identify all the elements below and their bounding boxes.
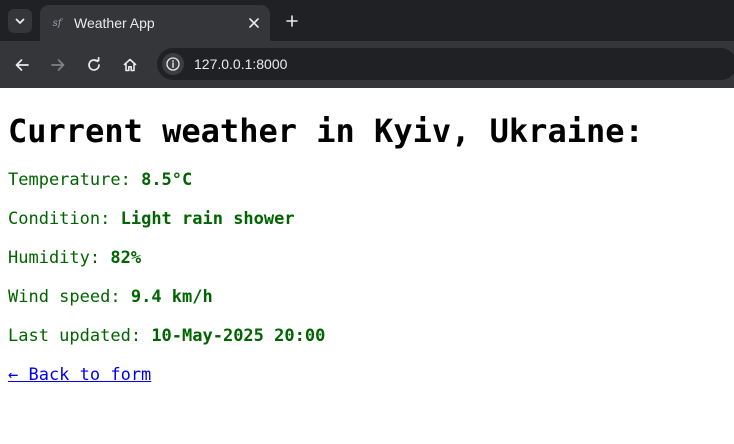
browser-tab-strip: sf Weather App bbox=[0, 0, 734, 41]
temperature-value: 8.5°C bbox=[141, 170, 193, 190]
last-updated-row: Last updated: 10-May-2025 20:00 bbox=[8, 325, 726, 347]
browser-tab-active[interactable]: sf Weather App bbox=[40, 5, 270, 41]
tab-search-button[interactable] bbox=[8, 9, 32, 33]
url-text: 127.0.0.1:8000 bbox=[194, 56, 288, 72]
arrow-left-icon bbox=[15, 59, 29, 71]
home-icon bbox=[123, 58, 137, 72]
page-content: Current weather in Kyiv, Ukraine: Temper… bbox=[0, 110, 734, 386]
humidity-label: Humidity: bbox=[8, 248, 101, 268]
wind-speed-row: Wind speed: 9.4 km/h bbox=[8, 286, 726, 308]
reload-icon bbox=[88, 57, 100, 71]
condition-value: Light rain shower bbox=[120, 209, 295, 229]
condition-row: Condition: Light rain shower bbox=[8, 208, 726, 230]
info-icon bbox=[166, 57, 180, 71]
last-updated-value: 10-May-2025 20:00 bbox=[151, 326, 326, 346]
page-title: Current weather in Kyiv, Ukraine: bbox=[8, 112, 644, 150]
new-tab-button[interactable] bbox=[280, 9, 304, 33]
site-info-button[interactable] bbox=[162, 53, 184, 75]
arrow-right-icon bbox=[51, 59, 65, 71]
humidity-value: 82% bbox=[110, 248, 142, 268]
condition-label: Condition: bbox=[8, 209, 111, 229]
favicon-icon: sf bbox=[52, 17, 62, 29]
home-button[interactable] bbox=[118, 53, 142, 77]
chevron-down-icon bbox=[15, 18, 25, 24]
back-button[interactable] bbox=[10, 53, 34, 77]
tab-title: Weather App bbox=[74, 15, 155, 31]
reload-button[interactable] bbox=[82, 53, 106, 77]
plus-icon bbox=[286, 15, 298, 27]
wind-speed-value: 9.4 km/h bbox=[130, 287, 213, 307]
wind-speed-label: Wind speed: bbox=[8, 287, 121, 307]
temperature-row: Temperature: 8.5°C bbox=[8, 169, 726, 191]
humidity-row: Humidity: 82% bbox=[8, 247, 726, 269]
back-to-form-link[interactable]: ← Back to form bbox=[8, 364, 151, 386]
temperature-label: Temperature: bbox=[8, 170, 131, 190]
browser-toolbar: 127.0.0.1:8000 bbox=[0, 41, 734, 88]
close-icon bbox=[249, 18, 259, 28]
address-bar[interactable]: 127.0.0.1:8000 bbox=[157, 48, 734, 80]
last-updated-label: Last updated: bbox=[8, 326, 142, 346]
forward-button[interactable] bbox=[46, 53, 70, 77]
tab-close-button[interactable] bbox=[244, 13, 264, 33]
